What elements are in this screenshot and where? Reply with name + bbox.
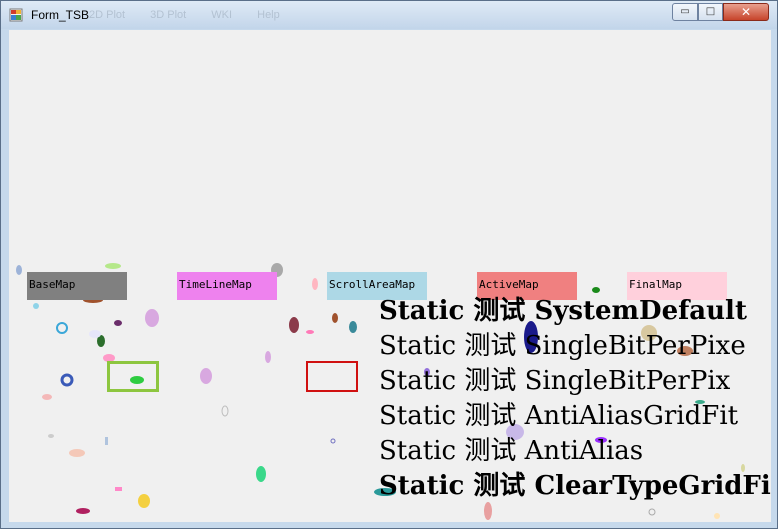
maximize-icon: □ <box>705 6 716 17</box>
red-frame <box>306 361 358 392</box>
static-text-line: Static 测试 ClearTypeGridFi <box>379 471 771 501</box>
close-button[interactable]: ✕ <box>723 3 769 21</box>
static-text-line: Static 测试 SingleBitPerPixe <box>379 331 746 361</box>
ghost-menu-item: Help <box>257 9 280 21</box>
window-title: Form_TSB <box>31 8 90 22</box>
minimize-button[interactable]: ▭ <box>672 3 698 21</box>
map-label-base: BaseMap <box>27 272 127 300</box>
app-icon <box>9 8 23 22</box>
static-text: Static 测试 SingleBitPerPixe <box>379 331 746 361</box>
client-area[interactable]: BaseMap TimeLineMap ScrollAreaMap Active… <box>9 30 771 522</box>
static-text-line: Static 测试 SingleBitPerPix <box>379 366 730 396</box>
ghost-menu-item: 3D Plot <box>150 9 187 21</box>
green-frame <box>107 361 159 392</box>
maximize-button[interactable]: □ <box>698 3 723 21</box>
static-text: Static 测试 ClearTypeGridFi <box>379 471 771 501</box>
static-text: Static 测试 AntiAliasGridFit <box>379 401 739 431</box>
static-text-line: Static 测试 SystemDefault <box>379 296 747 326</box>
ghost-menu-item: WKI <box>211 9 233 21</box>
static-text: Static 测试 AntiAlias <box>379 436 644 466</box>
title-bar[interactable]: Form_TSB 2D Plot 3D Plot WKI Help ▭ □ ✕ <box>1 1 777 29</box>
ghost-menu-item: 2D Plot <box>89 9 126 21</box>
static-text-line: Static 测试 AntiAlias <box>379 436 643 466</box>
minimize-icon: ▭ <box>680 6 690 17</box>
map-label-timeline: TimeLineMap <box>177 272 277 300</box>
static-text: Static 测试 SystemDefault <box>379 296 747 326</box>
static-text: Static 测试 SingleBitPerPix <box>379 366 731 396</box>
ghost-menu: 2D Plot 3D Plot WKI Help <box>89 9 302 21</box>
static-text-line: Static 测试 AntiAliasGridFit <box>379 401 738 431</box>
close-icon: ✕ <box>740 5 752 19</box>
app-window: Form_TSB 2D Plot 3D Plot WKI Help ▭ □ ✕ <box>0 0 778 529</box>
